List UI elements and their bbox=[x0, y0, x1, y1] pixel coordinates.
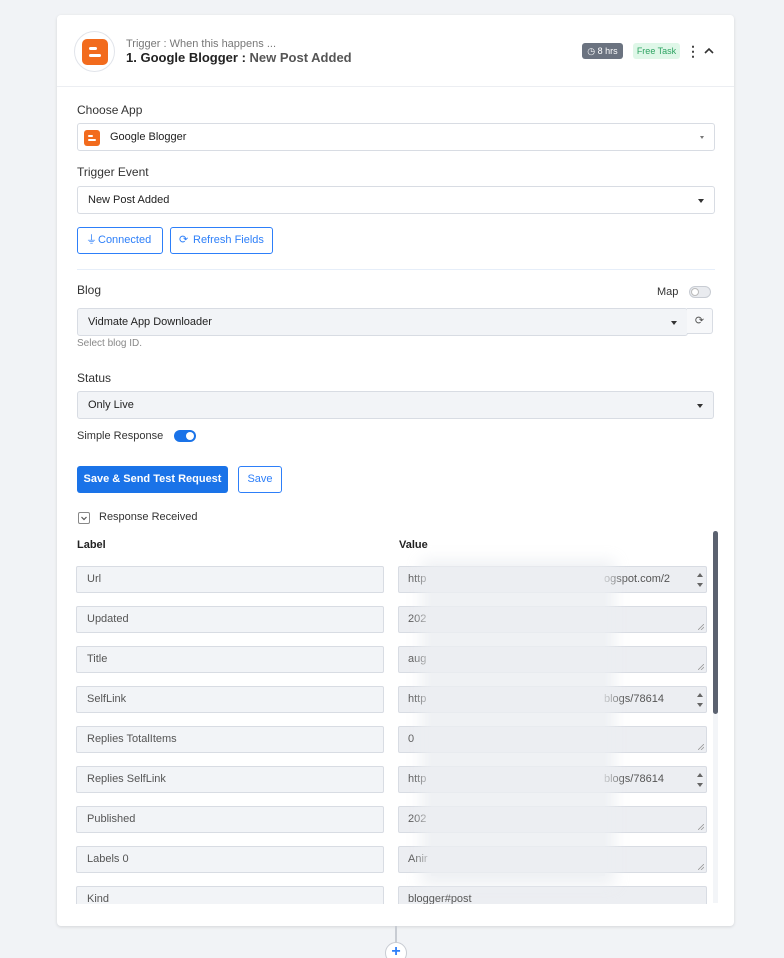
refresh-fields-button[interactable]: ⟳ Refresh Fields bbox=[170, 227, 273, 254]
response-received-label: Response Received bbox=[99, 511, 198, 523]
resize-grip-icon bbox=[698, 864, 704, 870]
blog-select[interactable]: Vidmate App Downloader bbox=[77, 308, 688, 336]
row-label-kind: Kind bbox=[76, 886, 384, 904]
spinner-icon bbox=[697, 573, 703, 587]
blog-value: Vidmate App Downloader bbox=[88, 316, 212, 328]
trigger-event-select[interactable]: New Post Added bbox=[77, 186, 715, 214]
simple-response-toggle[interactable] bbox=[174, 430, 196, 442]
section-divider bbox=[77, 269, 715, 270]
resize-grip-icon bbox=[698, 624, 704, 630]
trigger-header[interactable]: Trigger : When this happens ... 1. Googl… bbox=[57, 15, 734, 87]
row-label-replies-selflink: Replies SelfLink bbox=[76, 766, 384, 793]
blogger-small-icon bbox=[84, 130, 100, 146]
choose-app-label: Choose App bbox=[77, 103, 143, 117]
status-select[interactable]: Only Live bbox=[77, 391, 714, 419]
trigger-app-name: 1. Google Blogger : bbox=[126, 50, 246, 65]
free-task-badge: Free Task bbox=[633, 43, 680, 59]
label-column-header: Label bbox=[77, 539, 106, 551]
row-label-title: Title bbox=[76, 646, 384, 673]
resize-grip-icon bbox=[698, 824, 704, 830]
choose-app-value: Google Blogger bbox=[110, 131, 187, 143]
map-label: Map bbox=[657, 286, 679, 298]
refresh-icon: ⟳ bbox=[694, 315, 705, 327]
save-send-test-button[interactable]: Save & Send Test Request bbox=[77, 466, 228, 493]
redacted-overlay bbox=[431, 570, 605, 876]
refresh-icon: ⟳ bbox=[179, 234, 189, 246]
trigger-subtitle: Trigger : When this happens ... bbox=[126, 38, 276, 50]
blogger-logo-icon bbox=[82, 39, 108, 65]
row-label-labels-0: Labels 0 bbox=[76, 846, 384, 873]
save-button[interactable]: Save bbox=[238, 466, 282, 493]
value-column-header: Value bbox=[399, 539, 428, 551]
row-label-selflink: SelfLink bbox=[76, 686, 384, 713]
map-toggle[interactable] bbox=[689, 286, 711, 298]
more-vertical-icon[interactable]: ⋮ bbox=[686, 43, 700, 59]
time-badge: ◷ 8 hrs bbox=[582, 43, 623, 59]
app-badge bbox=[74, 31, 115, 72]
response-scrollbar-thumb[interactable] bbox=[713, 531, 718, 714]
row-label-updated: Updated bbox=[76, 606, 384, 633]
plug-icon: ⏚ bbox=[86, 234, 97, 246]
choose-app-select[interactable]: Google Blogger bbox=[77, 123, 715, 151]
chevron-down-icon bbox=[698, 199, 704, 203]
chevron-down-icon bbox=[700, 136, 704, 139]
row-value-kind[interactable]: blogger#post bbox=[398, 886, 707, 904]
add-step-button[interactable]: + bbox=[385, 942, 407, 958]
connected-button[interactable]: ⏚ Connected bbox=[77, 227, 163, 254]
clock-icon: ◷ bbox=[587, 46, 596, 56]
resize-grip-icon bbox=[698, 664, 704, 670]
response-rows[interactable]: Url http ogspot.com/2 Updated 202 Title … bbox=[57, 561, 734, 904]
chevron-down-icon bbox=[671, 321, 677, 325]
simple-response-label: Simple Response bbox=[77, 430, 164, 442]
response-collapse-toggle[interactable] bbox=[78, 512, 90, 524]
row-label-url: Url bbox=[76, 566, 384, 593]
resize-grip-icon bbox=[698, 744, 704, 750]
spinner-icon bbox=[697, 773, 703, 787]
trigger-event-name: New Post Added bbox=[249, 50, 352, 65]
blog-hint: Select blog ID. bbox=[77, 338, 143, 349]
row-label-published: Published bbox=[76, 806, 384, 833]
blog-label: Blog bbox=[77, 283, 102, 297]
row-label-replies-totalitems: Replies TotalItems bbox=[76, 726, 384, 753]
blog-refresh-button[interactable]: ⟳ bbox=[687, 308, 713, 334]
chevron-down-icon bbox=[697, 404, 703, 408]
status-label: Status bbox=[77, 371, 112, 385]
spinner-icon bbox=[697, 693, 703, 707]
status-value: Only Live bbox=[88, 399, 134, 411]
chevron-up-icon[interactable] bbox=[701, 43, 717, 59]
trigger-event-label: Trigger Event bbox=[77, 165, 149, 179]
trigger-event-value: New Post Added bbox=[88, 194, 170, 206]
trigger-title: 1. Google Blogger : New Post Added bbox=[126, 50, 352, 65]
trigger-card: Trigger : When this happens ... 1. Googl… bbox=[57, 15, 734, 926]
